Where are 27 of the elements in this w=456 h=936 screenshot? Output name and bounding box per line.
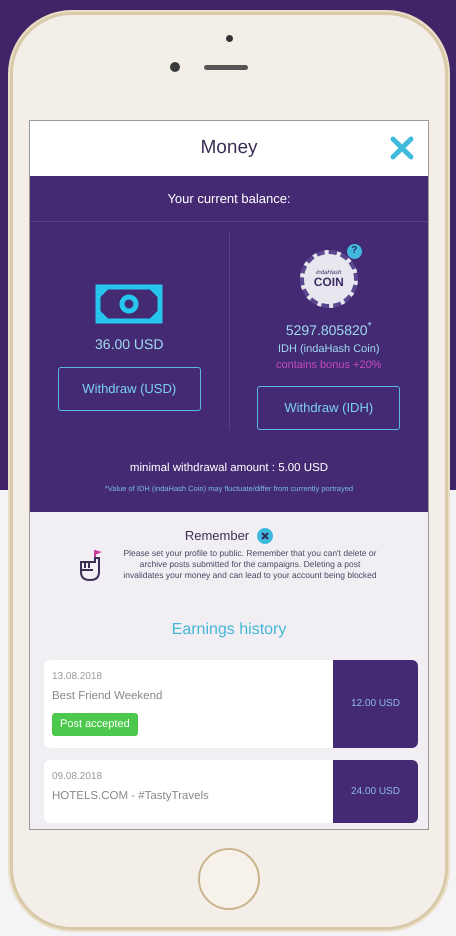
status-badge: Post accepted [52, 713, 138, 736]
usd-amount: 36.00 USD [95, 334, 164, 354]
earnings-heading: Earnings history [170, 620, 288, 640]
campaign-name: Best Friend Weekend [52, 689, 164, 704]
coin-logo-text: COIN [314, 276, 344, 288]
screen-title: Money [200, 137, 258, 160]
minimum-amount-text: minimal withdrawal amount : 5.00 USD [128, 460, 330, 476]
speaker-grille [204, 64, 248, 70]
reminder-text: Please set your profile to public. Remember that you can't delete or archive posts submitted for the campaigns. Deleting a post invalidates your money and can lead to your account being blocked [122, 548, 378, 582]
withdraw-idh-button[interactable]: Withdraw (IDH) [257, 386, 400, 430]
earning-amount: 24.00 USD [333, 760, 418, 823]
close-icon[interactable] [257, 528, 274, 544]
sensor-dot [226, 35, 232, 42]
bonus-text: contains bonus +20% [276, 358, 382, 373]
balance-heading: Your current balance: [30, 176, 428, 222]
banknote-icon [95, 284, 164, 324]
camera-lens [170, 62, 180, 72]
earning-date: 13.08.2018 [52, 670, 104, 684]
idh-amount: 5297.805820$^{*}$ [286, 320, 372, 340]
help-badge[interactable]: ? [346, 244, 362, 258]
earning-amount: 12.00 USD [333, 660, 418, 748]
hand-flag-icon [78, 548, 104, 582]
reminder-title: Remember [184, 527, 250, 546]
withdraw-usd-button[interactable]: Withdraw (USD) [58, 366, 201, 410]
campaign-name: HOTELS.COM - #TastyTravels [52, 788, 210, 804]
earning-date: 09.08.2018 [52, 770, 104, 784]
idh-unit: IDH (indaHash Coin) [278, 342, 380, 356]
